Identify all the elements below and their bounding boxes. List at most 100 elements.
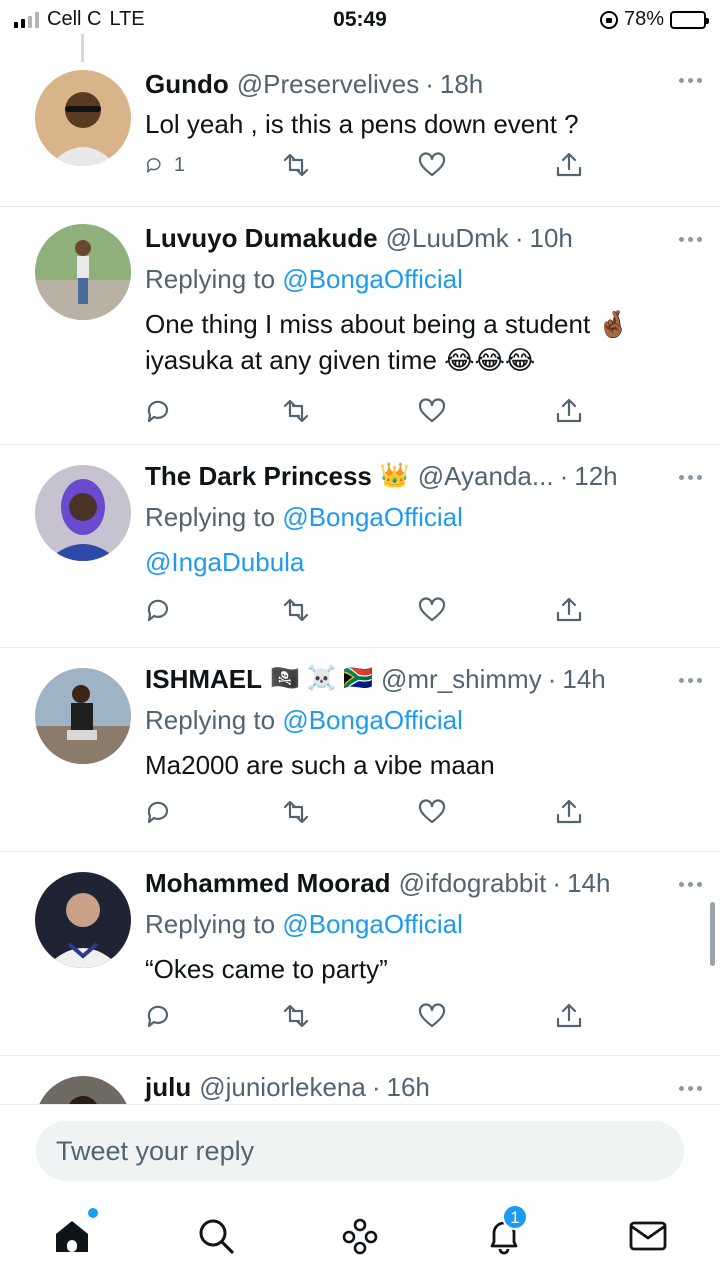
more-options-icon[interactable] bbox=[679, 237, 702, 242]
tweet-text: Lol yeah , is this a pens down event ? bbox=[145, 109, 579, 139]
more-options-icon[interactable] bbox=[679, 882, 702, 887]
handle[interactable]: @juniorlekena bbox=[199, 1071, 366, 1103]
avatar[interactable] bbox=[35, 668, 131, 764]
handle[interactable]: @Ayanda... bbox=[418, 460, 554, 492]
reply-icon bbox=[147, 801, 169, 824]
like-button[interactable] bbox=[418, 596, 458, 624]
like-button[interactable] bbox=[418, 397, 458, 425]
share-button[interactable] bbox=[555, 596, 595, 624]
replying-to-mention[interactable]: @BongaOfficial bbox=[282, 502, 463, 532]
reply-button[interactable] bbox=[145, 397, 185, 425]
tweet[interactable]: The Dark Princess 👑 @Ayanda... · 12h Rep… bbox=[0, 445, 720, 648]
display-name[interactable]: Gundo bbox=[145, 68, 229, 100]
like-button[interactable] bbox=[418, 1002, 458, 1030]
tweet[interactable]: Gundo @Preservelives · 18h Lol yeah , is… bbox=[0, 58, 720, 207]
tweet-reply-input[interactable] bbox=[36, 1121, 684, 1181]
separator-dot: · bbox=[547, 664, 557, 694]
reply-feed[interactable]: Gundo @Preservelives · 18h Lol yeah , is… bbox=[0, 58, 720, 1104]
heart-icon bbox=[419, 152, 446, 177]
spaces-icon bbox=[342, 1218, 378, 1255]
handle[interactable]: @Preservelives bbox=[237, 68, 419, 100]
timestamp: 14h bbox=[562, 664, 606, 694]
handle[interactable]: @LuuDmk bbox=[386, 222, 509, 254]
tweet[interactable]: Luvuyo Dumakude @LuuDmk · 10h Replying t… bbox=[0, 207, 720, 445]
share-icon bbox=[556, 799, 582, 824]
display-name[interactable]: Luvuyo Dumakude bbox=[145, 222, 378, 254]
handle[interactable]: @ifdograbbit bbox=[399, 867, 547, 899]
retweet-button[interactable] bbox=[282, 596, 322, 624]
tab-search[interactable] bbox=[194, 1214, 238, 1258]
tweet-header: julu @juniorlekena · 16h bbox=[145, 1071, 696, 1103]
retweet-button[interactable] bbox=[282, 1002, 322, 1030]
reply-button[interactable] bbox=[145, 596, 185, 624]
share-button[interactable] bbox=[555, 151, 595, 179]
tweet-text: One thing I miss about being a student 🤞… bbox=[145, 309, 630, 375]
avatar[interactable] bbox=[35, 465, 131, 561]
display-name[interactable]: ISHMAEL bbox=[145, 663, 262, 695]
battery-percent: 78% bbox=[623, 8, 664, 30]
retweet-icon bbox=[283, 800, 308, 824]
display-name[interactable]: The Dark Princess bbox=[145, 460, 372, 492]
tweet-header: Gundo @Preservelives · 18h bbox=[145, 68, 696, 100]
display-name[interactable]: julu bbox=[145, 1071, 191, 1103]
tab-home[interactable] bbox=[50, 1208, 98, 1258]
tab-messages[interactable] bbox=[626, 1214, 670, 1258]
status-right: 78% bbox=[599, 8, 709, 31]
share-button[interactable] bbox=[555, 1002, 595, 1030]
separator-dot: · bbox=[425, 69, 434, 99]
heart-icon bbox=[419, 597, 446, 622]
tweet-header: Mohammed Moorad @ifdograbbit · 14h bbox=[145, 867, 696, 899]
tweet-header: ISHMAEL 🏴‍☠️ ☠️ 🇿🇦 @mr_shimmy · 14h bbox=[145, 663, 696, 695]
retweet-button[interactable] bbox=[282, 397, 322, 425]
avatar[interactable] bbox=[35, 224, 131, 320]
replying-to-label: Replying to bbox=[145, 909, 283, 939]
retweet-icon bbox=[283, 153, 308, 177]
tweet-actions bbox=[145, 798, 595, 826]
retweet-button[interactable] bbox=[282, 798, 322, 826]
replying-to-mention[interactable]: @BongaOfficial bbox=[282, 264, 463, 294]
timestamp: 12h bbox=[574, 461, 618, 491]
like-button[interactable] bbox=[418, 798, 458, 826]
avatar[interactable] bbox=[35, 872, 131, 968]
scrollbar[interactable] bbox=[710, 902, 715, 966]
reply-icon bbox=[147, 599, 169, 622]
more-options-icon[interactable] bbox=[679, 678, 702, 683]
tweet-actions bbox=[145, 596, 595, 624]
like-button[interactable] bbox=[418, 151, 458, 179]
replying-to-mention[interactable]: @BongaOfficial bbox=[282, 909, 463, 939]
replying-to: Replying to @BongaOfficial bbox=[145, 500, 696, 534]
share-button[interactable] bbox=[555, 397, 595, 425]
avatar[interactable] bbox=[35, 1076, 131, 1104]
replying-to-label: Replying to bbox=[145, 705, 283, 735]
tweet-actions bbox=[145, 1002, 595, 1030]
more-options-icon[interactable] bbox=[679, 1086, 702, 1091]
reply-icon bbox=[146, 158, 161, 173]
share-icon bbox=[556, 597, 582, 622]
reply-button[interactable] bbox=[145, 798, 185, 826]
more-options-icon[interactable] bbox=[679, 78, 702, 83]
handle[interactable]: @mr_shimmy bbox=[381, 663, 542, 695]
tweet[interactable]: ISHMAEL 🏴‍☠️ ☠️ 🇿🇦 @mr_shimmy · 14h Repl… bbox=[0, 648, 720, 852]
timestamp: 18h bbox=[439, 69, 484, 99]
avatar[interactable] bbox=[35, 70, 131, 166]
separator-dot: · bbox=[514, 223, 524, 253]
battery-icon bbox=[670, 10, 709, 29]
tweet-mention[interactable]: @IngaDubula bbox=[145, 544, 696, 580]
replying-to-mention[interactable]: @BongaOfficial bbox=[282, 705, 463, 735]
timestamp: 10h bbox=[529, 223, 573, 253]
tweet[interactable]: Mohammed Moorad @ifdograbbit · 14h Reply… bbox=[0, 852, 720, 1056]
reply-button[interactable] bbox=[145, 1002, 185, 1030]
more-options-icon[interactable] bbox=[679, 475, 702, 480]
tab-spaces[interactable] bbox=[338, 1214, 382, 1258]
tweet[interactable]: julu @juniorlekena · 16h bbox=[0, 1056, 720, 1104]
bottom-tab-bar: 1 bbox=[0, 1196, 720, 1280]
share-icon bbox=[556, 398, 582, 423]
replying-to-label: Replying to bbox=[145, 264, 283, 294]
retweet-icon bbox=[283, 598, 308, 622]
reply-button[interactable]: 1 bbox=[145, 151, 185, 179]
tab-notifications[interactable]: 1 bbox=[482, 1204, 528, 1258]
display-name[interactable]: Mohammed Moorad bbox=[145, 867, 391, 899]
notification-badge: 1 bbox=[502, 1204, 528, 1230]
retweet-button[interactable] bbox=[282, 151, 322, 179]
share-button[interactable] bbox=[555, 798, 595, 826]
